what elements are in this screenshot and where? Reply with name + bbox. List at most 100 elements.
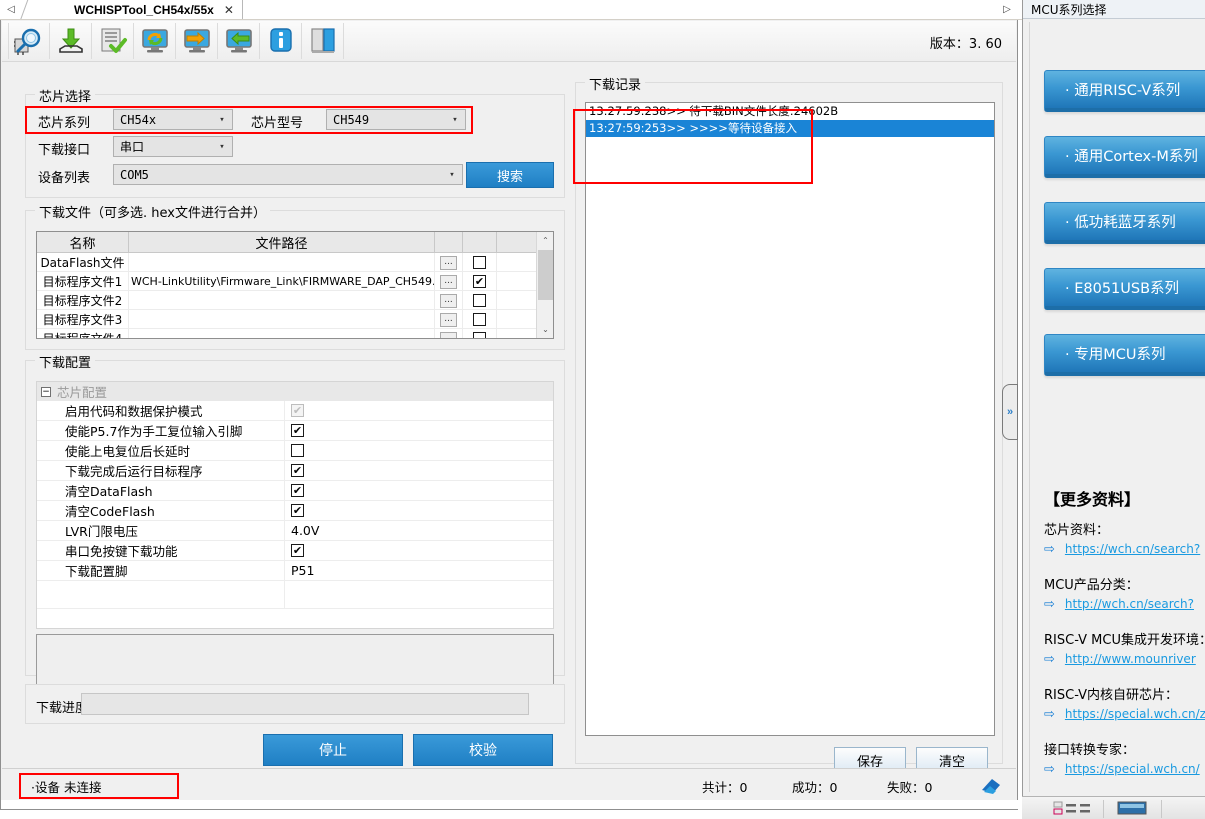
mcu-series-button-5[interactable]: · 专用MCU系列 (1044, 334, 1205, 376)
stop-button[interactable]: 停止 (263, 734, 403, 766)
monitor-refresh-icon[interactable] (134, 23, 176, 59)
download-interface-select[interactable]: 串口 ▾ (113, 136, 233, 157)
config-row[interactable]: 串口免按键下载功能 ✔ (37, 541, 553, 561)
fail-count-label: 失败：0 (887, 780, 933, 795)
collapse-icon[interactable]: − (41, 386, 51, 397)
chevron-down-icon: ▾ (219, 114, 225, 125)
config-row[interactable]: 下载完成后运行目标程序 ✔ (37, 461, 553, 481)
config-row-value[interactable]: 4.0V (285, 521, 553, 540)
scroll-up-icon[interactable]: ⌃ (537, 232, 553, 249)
taskbar-item-1[interactable] (1052, 800, 1104, 818)
eraser-icon[interactable] (980, 776, 1002, 797)
file-path-cell[interactable] (129, 329, 435, 338)
monitor-export-icon[interactable] (176, 23, 218, 59)
config-row[interactable]: 使能P5.7作为手工复位输入引脚 ✔ (37, 421, 553, 441)
panel-toggle-icon[interactable] (302, 23, 344, 59)
device-list-label: 设备列表 (38, 171, 91, 186)
config-checkbox[interactable]: ✔ (291, 484, 304, 497)
log-line[interactable]: 13:27:59:238>> 待下载BIN文件长度:24602B (586, 103, 994, 120)
document-verify-icon[interactable] (92, 23, 134, 59)
taskbar-item-2[interactable] (1114, 800, 1162, 818)
tab-scroll-left-icon[interactable]: ◁ (2, 0, 20, 19)
log-line[interactable]: 13:27:59:253>> >>>>等待设备接入 (586, 120, 994, 137)
resource-link-url[interactable]: http://wch.cn/search? (1065, 597, 1194, 611)
mcu-series-button-1[interactable]: · 通用RISC-V系列 (1044, 70, 1205, 112)
config-row[interactable]: 使能上电复位后长延时 (37, 441, 553, 461)
config-rows: 启用代码和数据保护模式 ✔ 使能P5.7作为手工复位输入引脚 ✔ 使能上电复位后长延时下… (37, 401, 553, 609)
resource-link-url[interactable]: https://special.wch.cn/z (1065, 707, 1205, 721)
resource-link-group: RISC-V内核自研芯片： ⇨ https://special.wch.cn/z (1044, 684, 1205, 722)
file-enable-checkbox[interactable] (473, 294, 486, 307)
table-row[interactable]: 目标程序文件4... (37, 329, 553, 338)
verify-button[interactable]: 校验 (413, 734, 553, 766)
os-taskbar (1022, 796, 1205, 819)
close-icon[interactable]: ✕ (224, 3, 234, 17)
scroll-down-icon[interactable]: ⌄ (537, 321, 553, 338)
resource-link-url[interactable]: http://www.mounriver (1065, 652, 1196, 666)
download-icon[interactable] (50, 23, 92, 59)
resource-link-row: ⇨ http://wch.cn/search? (1044, 596, 1205, 612)
table-row[interactable]: 目标程序文件1 WCH-LinkUtility\Firmware_Link\FIR… (37, 272, 553, 291)
download-config-group: 下载配置 − 芯片配置 启用代码和数据保护模式 ✔ 使能P5.7作为手工复位输入引脚… (25, 352, 565, 692)
browse-button[interactable]: ... (440, 255, 457, 270)
file-enable-checkbox[interactable] (473, 332, 486, 338)
file-enable-checkbox[interactable] (473, 256, 486, 269)
info-icon[interactable] (260, 23, 302, 59)
config-checkbox[interactable]: ✔ (291, 464, 304, 477)
file-path-cell[interactable]: WCH-LinkUtility\Firmware_Link\FIRMWARE_D… (129, 272, 435, 291)
device-list-select[interactable]: COM5 ▾ (113, 164, 463, 185)
config-checkbox[interactable]: ✔ (291, 424, 304, 437)
monitor-import-icon[interactable] (218, 23, 260, 59)
table-row[interactable]: 目标程序文件3... (37, 310, 553, 329)
expand-panel-handle[interactable]: » (1002, 384, 1018, 440)
file-enable-checkbox[interactable] (473, 313, 486, 326)
mcu-series-button-2[interactable]: · 通用Cortex-M系列 (1044, 136, 1205, 178)
file-path-cell[interactable] (129, 291, 435, 310)
config-group-header[interactable]: − 芯片配置 (37, 382, 553, 401)
mcu-series-button-3[interactable]: · 低功耗蓝牙系列 (1044, 202, 1205, 244)
arrow-right-icon: ⇨ (1044, 651, 1055, 666)
arrow-right-icon: ⇨ (1044, 541, 1055, 556)
chip-series-select[interactable]: CH54x ▾ (113, 109, 233, 130)
config-checkbox[interactable]: ✔ (291, 504, 304, 517)
browse-button[interactable]: ... (440, 331, 457, 338)
config-row-value: ✔ (285, 401, 553, 420)
tab-wchisptool[interactable]: WCHISPTool_CH54x/55x ✕ (60, 0, 243, 19)
chip-search-icon[interactable] (8, 23, 50, 59)
config-row-label: 串口免按键下载功能 (37, 541, 285, 560)
tab-scroll-right-icon[interactable]: ▷ (998, 0, 1016, 19)
resource-link-row: ⇨ http://www.mounriver (1044, 651, 1205, 667)
files-vertical-scrollbar[interactable]: ⌃ ⌄ (536, 232, 553, 338)
arrow-right-icon: ⇨ (1044, 706, 1055, 721)
search-button[interactable]: 搜索 (466, 162, 554, 188)
config-row-label: 清空CodeFlash (37, 501, 285, 520)
config-row[interactable]: 清空CodeFlash ✔ (37, 501, 553, 521)
browse-button[interactable]: ... (440, 274, 457, 289)
chip-model-value: CH549 (333, 112, 370, 127)
mcu-series-button-4[interactable]: · E8051USB系列 (1044, 268, 1205, 310)
config-row[interactable]: 清空DataFlash ✔ (37, 481, 553, 501)
table-row[interactable]: 目标程序文件2... (37, 291, 553, 310)
download-progress-bar (81, 693, 529, 715)
spacer-cell (497, 291, 537, 310)
resource-link-url[interactable]: https://special.wch.cn/ (1065, 762, 1200, 776)
file-path-cell[interactable] (129, 253, 435, 272)
config-row[interactable]: LVR门限电压 4.0V (37, 521, 553, 541)
chip-model-select[interactable]: CH549 ▾ (326, 109, 466, 130)
browse-button[interactable]: ... (440, 312, 457, 327)
config-row[interactable]: 启用代码和数据保护模式 ✔ (37, 401, 553, 421)
config-checkbox[interactable]: ✔ (291, 544, 304, 557)
chip-series-value: CH54x (120, 112, 157, 127)
taskbar-item-3[interactable] (1172, 800, 1205, 818)
config-checkbox[interactable] (291, 444, 304, 457)
scroll-thumb[interactable] (538, 250, 553, 300)
file-enable-checkbox[interactable]: ✔ (473, 275, 486, 288)
file-path-cell[interactable] (129, 310, 435, 329)
resource-link-url[interactable]: https://wch.cn/search? (1065, 542, 1200, 556)
config-row[interactable]: 下载配置脚 P51 (37, 561, 553, 581)
browse-button[interactable]: ... (440, 293, 457, 308)
download-log-list[interactable]: 13:27:59:238>> 待下载BIN文件长度:24602B 13:27:59… (585, 102, 995, 736)
table-row[interactable]: DataFlash文件... (37, 253, 553, 272)
config-row-value[interactable]: P51 (285, 561, 553, 580)
file-name-cell: 目标程序文件4 (37, 329, 129, 338)
